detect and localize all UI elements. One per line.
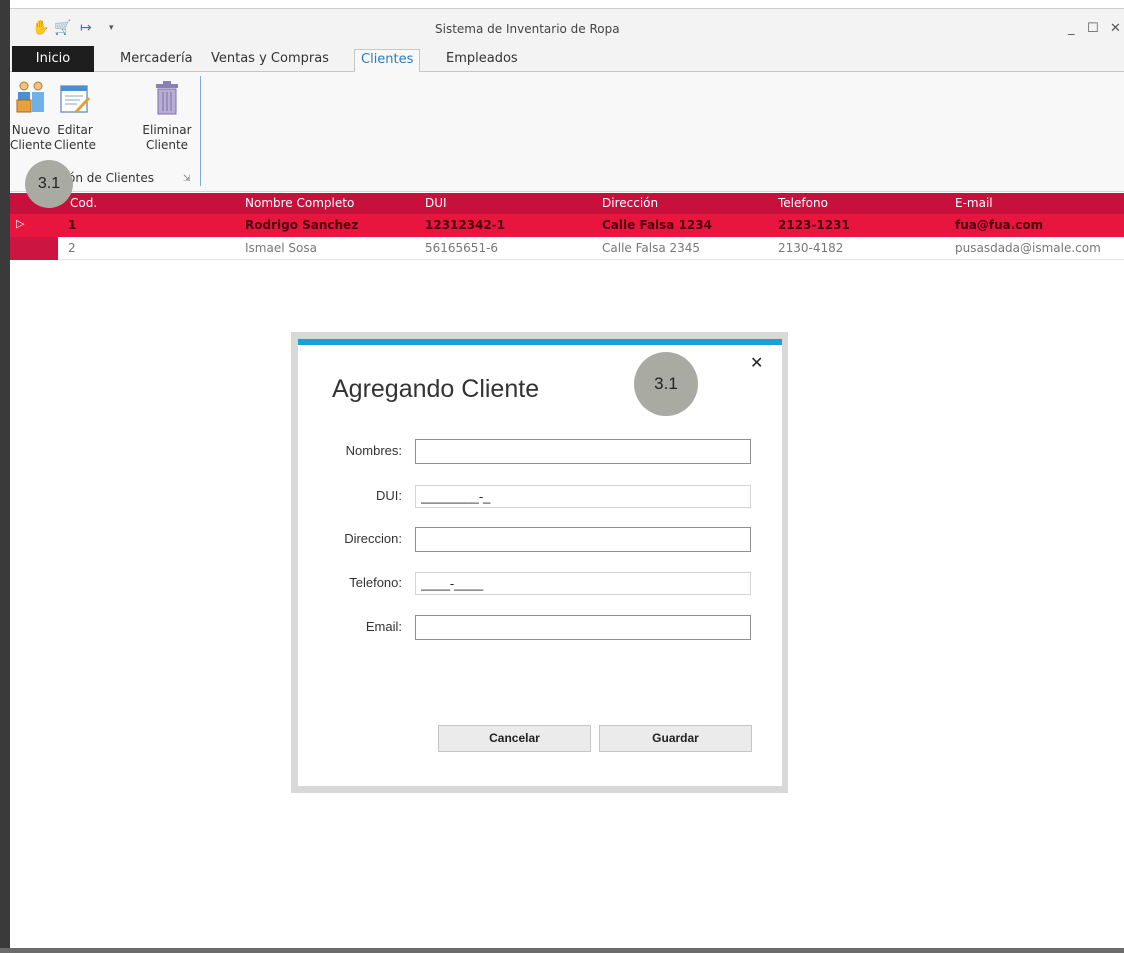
cell-email: fua@fua.com (955, 218, 1044, 232)
cell-email: pusasdada@ismale.com (955, 241, 1101, 255)
column-header-nombre[interactable]: Nombre Completo (245, 196, 354, 210)
grid-header: Cod. Nombre Completo DUI Dirección Telef… (10, 193, 1124, 214)
cell-direccion: Calle Falsa 1234 (602, 218, 712, 232)
column-header-dui[interactable]: DUI (425, 196, 447, 210)
nuevo-cliente-label: Nuevo Cliente (9, 123, 53, 152)
tab-inicio[interactable]: Inicio (12, 46, 94, 72)
nombres-label: Nombres: (345, 443, 402, 458)
eliminar-cliente-button[interactable]: Eliminar Cliente (140, 80, 194, 153)
dialog-launcher-icon[interactable]: ⇲ (183, 174, 191, 184)
email-input[interactable] (415, 615, 751, 640)
cell-telefono: 2123-1231 (778, 218, 850, 232)
row-selector[interactable]: ▷ (10, 214, 58, 237)
column-header-email[interactable]: E-mail (955, 196, 993, 210)
window-bottom-border (0, 948, 1124, 953)
customize-quick-access-icon[interactable]: ▾ (109, 19, 114, 37)
trash-icon (156, 81, 178, 115)
nuevo-cliente-button[interactable]: Nuevo Cliente (8, 80, 54, 153)
hand-box-icon[interactable]: ✋ (32, 19, 49, 37)
dui-label: DUI: (376, 488, 402, 503)
direccion-label: Direccion: (344, 531, 402, 546)
title-bar: ✋ 🛒 ↦ ▾ Sistema de Inventario de Ropa _ … (10, 8, 1124, 46)
ribbon-panel: Nuevo Cliente Editar Cliente Eliminar Cl… (10, 72, 1124, 192)
nombres-input[interactable] (415, 439, 751, 464)
window-title: Sistema de Inventario de Ropa (435, 22, 620, 36)
dialog-title: Agregando Cliente (332, 375, 540, 403)
editar-cliente-label: Editar Cliente (53, 123, 97, 152)
close-window-icon[interactable]: ✕ (1110, 21, 1121, 36)
app-window: ✋ 🛒 ↦ ▾ Sistema de Inventario de Ropa _ … (0, 0, 1124, 953)
step-badge: 3.1 (25, 160, 73, 208)
cell-cod: 2 (68, 241, 76, 255)
ribbon-group-separator (200, 76, 201, 186)
editar-cliente-button[interactable]: Editar Cliente (52, 80, 98, 153)
cell-direccion: Calle Falsa 2345 (602, 241, 701, 255)
tab-clientes[interactable]: Clientes (354, 49, 421, 73)
table-row[interactable]: 2 Ismael Sosa 56165651-6 Calle Falsa 234… (10, 237, 1124, 260)
column-header-direccion[interactable]: Dirección (602, 196, 658, 210)
ribbon-tabs: Inicio Mercadería Ventas y Compras Clien… (10, 46, 1124, 73)
telefono-label: Telefono: (349, 575, 402, 590)
tab-mercaderia[interactable]: Mercadería (114, 49, 199, 72)
email-label: Email: (365, 619, 402, 634)
add-customer-icon (16, 81, 44, 113)
eliminar-cliente-label: Eliminar Cliente (142, 123, 192, 152)
current-row-arrow-icon: ▷ (16, 217, 25, 230)
dui-input[interactable] (415, 485, 751, 508)
cell-dui: 56165651-6 (425, 241, 499, 255)
edit-document-icon (60, 85, 91, 114)
cell-cod: 1 (68, 218, 77, 232)
agregar-cliente-dialog: ✕ Agregando Cliente Nombres: DUI: Direcc… (298, 339, 782, 786)
minimize-icon[interactable]: _ (1068, 21, 1075, 36)
exit-arrow-icon[interactable]: ↦ (80, 19, 92, 37)
save-button[interactable]: Guardar (599, 725, 752, 752)
cell-telefono: 2130-4182 (778, 241, 844, 255)
cell-nombre: Ismael Sosa (245, 241, 317, 255)
row-selector[interactable] (10, 237, 58, 260)
step-badge: 3.1 (634, 352, 698, 416)
ribbon-group-label: ón de Clientes (68, 171, 154, 185)
clientes-grid: Cod. Nombre Completo DUI Dirección Telef… (10, 193, 1124, 260)
cell-dui: 12312342-1 (425, 218, 506, 232)
tab-ventas-compras[interactable]: Ventas y Compras (205, 49, 335, 72)
column-header-telefono[interactable]: Telefono (778, 196, 828, 210)
table-row[interactable]: ▷ 1 Rodrigo Sanchez 12312342-1 Calle Fal… (10, 214, 1124, 237)
column-header-cod[interactable]: Cod. (70, 196, 97, 210)
cancel-button[interactable]: Cancelar (438, 725, 591, 752)
cell-nombre: Rodrigo Sanchez (245, 218, 359, 232)
telefono-input[interactable] (415, 572, 751, 595)
direccion-input[interactable] (415, 527, 751, 552)
maximize-icon[interactable]: ☐ (1087, 21, 1099, 36)
tab-empleados[interactable]: Empleados (440, 49, 524, 72)
close-icon[interactable]: ✕ (750, 353, 763, 372)
cart-icon[interactable]: 🛒 (54, 19, 71, 37)
